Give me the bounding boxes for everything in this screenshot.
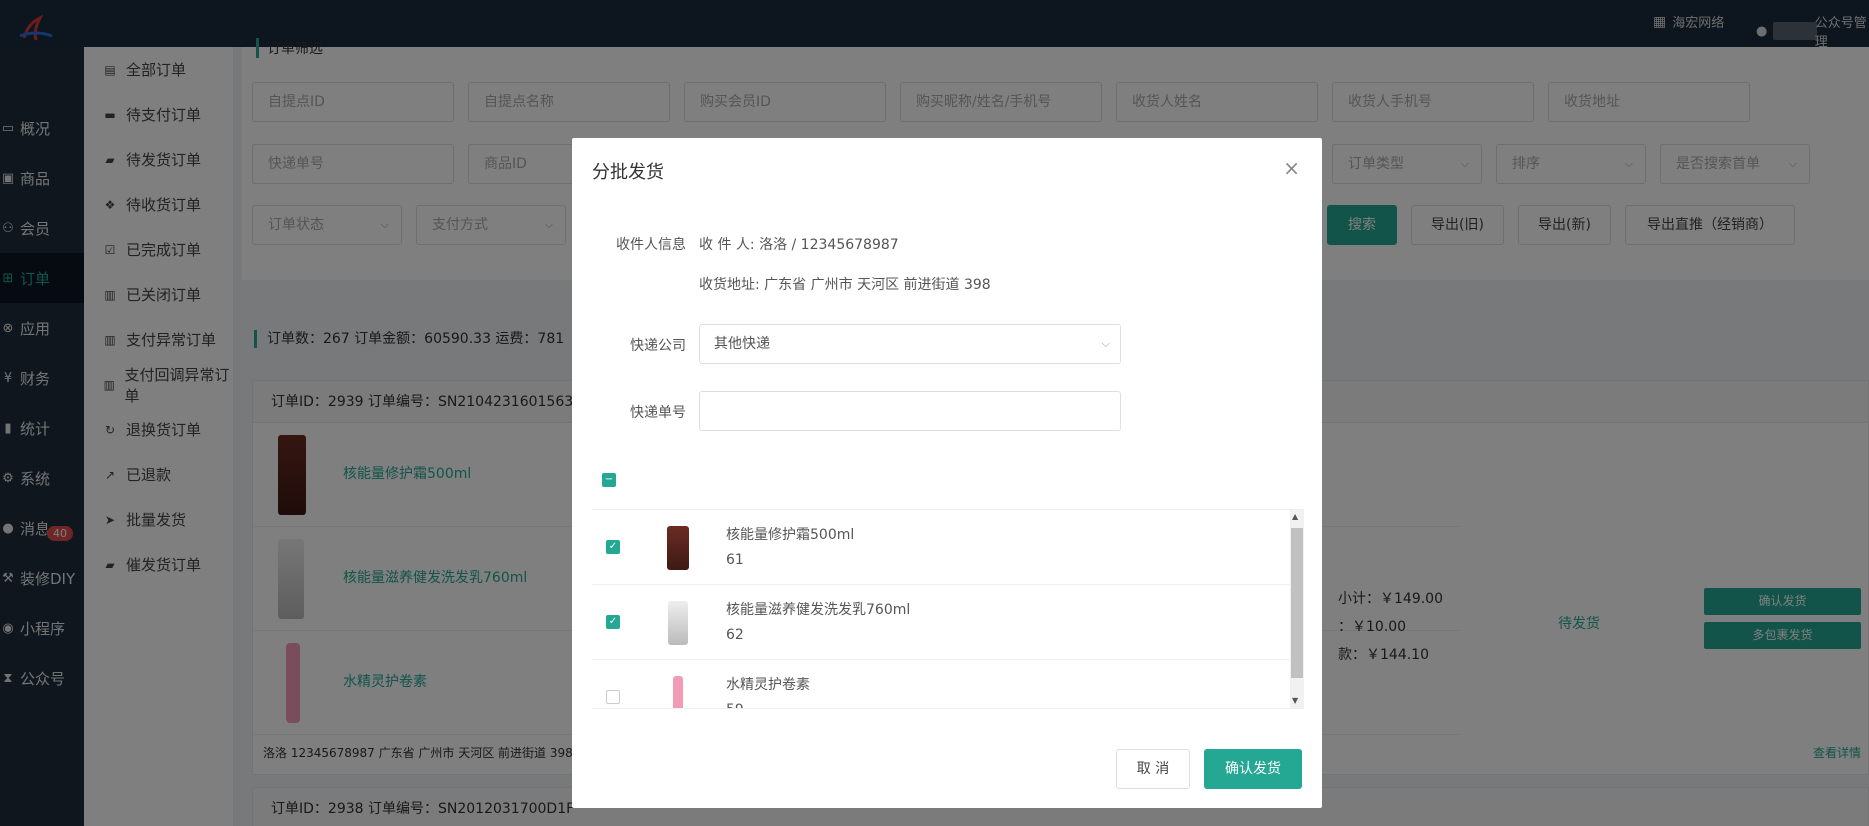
product-image <box>667 526 689 570</box>
express-label: 快递公司 <box>630 338 686 354</box>
item-name: 水精灵护卷素 <box>726 677 810 693</box>
scroll-down-icon[interactable]: ▼ <box>1292 696 1298 705</box>
receiver-label: 收件人信息 <box>616 237 686 253</box>
select-all-checkbox[interactable]: − <box>602 473 616 487</box>
product-image <box>673 676 683 708</box>
batch-ship-dialog: 分批发货 × 收件人信息 收 件 人: 洛洛 / 12345678987 收货地… <box>572 138 1322 808</box>
item-checkbox[interactable]: ✓ <box>606 540 620 554</box>
cancel-button[interactable]: 取 消 <box>1116 749 1190 789</box>
receiver-value: 收 件 人: 洛洛 / 12345678987 <box>699 237 899 253</box>
item-number: 59 <box>726 702 744 708</box>
item-checkbox[interactable]: ✓ <box>606 615 620 629</box>
list-scrollbar[interactable]: ▲ ▼ <box>1290 510 1304 708</box>
express-company-select[interactable]: 其他快递 ⌵ <box>699 324 1121 364</box>
close-icon[interactable]: × <box>1283 156 1300 180</box>
scroll-up-icon[interactable]: ▲ <box>1292 512 1298 521</box>
list-item: ✓ 核能量修护霜500ml 61 <box>592 510 1289 585</box>
item-list: ✓ 核能量修护霜500ml 61 ✓ 核能量滋养健发洗发乳760ml 62 水精… <box>592 509 1304 709</box>
confirm-ship-dialog-button[interactable]: 确认发货 <box>1204 749 1302 789</box>
item-number: 62 <box>726 627 744 643</box>
address-value: 收货地址: 广东省 广州市 天河区 前进街道 398 <box>699 277 991 293</box>
item-number: 61 <box>726 552 744 568</box>
item-checkbox[interactable] <box>606 690 620 704</box>
tracking-label: 快递单号 <box>630 405 686 421</box>
list-item: ✓ 核能量滋养健发洗发乳760ml 62 <box>592 585 1289 660</box>
item-name: 核能量滋养健发洗发乳760ml <box>726 602 911 618</box>
list-item: 水精灵护卷素 59 <box>592 660 1289 708</box>
scroll-thumb[interactable] <box>1291 528 1303 678</box>
product-image <box>668 601 688 645</box>
tracking-number-field[interactable] <box>699 391 1121 431</box>
dialog-title: 分批发货 <box>592 162 664 183</box>
chevron-down-icon: ⌵ <box>1101 337 1110 350</box>
item-name: 核能量修护霜500ml <box>726 527 855 543</box>
